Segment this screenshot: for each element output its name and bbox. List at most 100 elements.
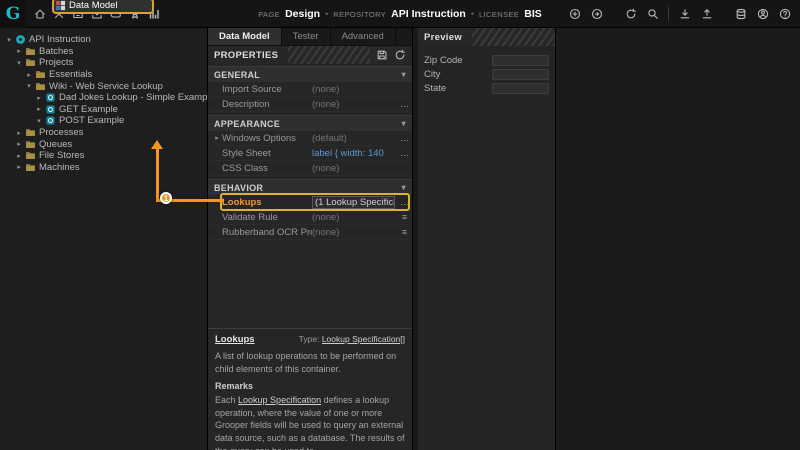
upload-icon[interactable]	[697, 3, 716, 25]
page-value[interactable]: Design	[285, 8, 320, 20]
help-title: Lookups	[215, 334, 255, 345]
ellipsis-button[interactable]: …	[397, 133, 412, 143]
search-icon[interactable]	[643, 3, 662, 25]
expand-arrow-icon[interactable]: ▸	[14, 163, 24, 171]
tree-item-get-example[interactable]: ▸GET Example	[0, 104, 207, 116]
licensee-value[interactable]: BIS	[524, 8, 542, 20]
state-input[interactable]	[492, 83, 549, 94]
preview-header: Preview	[418, 28, 472, 46]
grooper-logo[interactable]: G	[0, 0, 26, 28]
grooper-app: G PAGE Design • REPOSITORY API Instructi…	[0, 0, 800, 450]
tree-item-label: Processes	[39, 127, 83, 138]
topbar: G PAGE Design • REPOSITORY API Instructi…	[0, 0, 800, 28]
zip-code-input[interactable]	[492, 55, 549, 66]
ellipsis-button[interactable]: …	[397, 99, 412, 109]
add-circle-icon[interactable]	[565, 3, 584, 25]
expand-arrow-icon[interactable]: ▸	[24, 71, 34, 79]
section-header-general[interactable]: GENERAL▾	[208, 66, 412, 82]
ellipsis-button[interactable]: …	[397, 148, 412, 158]
cloud-icon[interactable]	[106, 3, 125, 25]
property-row-style-sheet: Style Sheetlabel { width: 140…	[208, 146, 412, 161]
tree-item-batches[interactable]: ▸Batches	[0, 46, 207, 58]
chevron-down-icon: ▾	[402, 183, 406, 192]
section-header-appearance[interactable]: APPEARANCE▾	[208, 115, 412, 131]
folder-icon	[34, 69, 46, 80]
help-icon[interactable]	[775, 3, 794, 25]
property-label: Import Source	[222, 84, 282, 95]
expand-arrow-icon[interactable]: ▸	[14, 47, 24, 55]
tree-item-machines[interactable]: ▸Machines	[0, 162, 207, 174]
city-input[interactable]	[492, 69, 549, 80]
help-remarks-title: Remarks	[215, 381, 405, 391]
property-value[interactable]: (default)	[312, 133, 397, 144]
expand-arrow-icon[interactable]: ▸	[14, 152, 24, 160]
property-row-validate-rule: Validate Rule(none)≡	[208, 210, 412, 225]
home-icon[interactable]	[30, 3, 49, 25]
import-icon[interactable]	[87, 3, 106, 25]
save-icon[interactable]	[374, 47, 390, 63]
connection-icon	[44, 115, 56, 126]
download-icon[interactable]	[675, 3, 694, 25]
tree-item-api-instruction[interactable]: ▾API Instruction	[0, 34, 207, 46]
tree-item-queues[interactable]: ▸Queues	[0, 138, 207, 150]
main-area: ▾API Instruction▸Batches▾Projects ▸ Essent…	[0, 28, 800, 450]
property-value[interactable]: (none)	[312, 163, 397, 174]
tree-item-file-stores[interactable]: ▸ File Stores	[0, 150, 207, 162]
chart-icon[interactable]	[144, 3, 163, 25]
property-value[interactable]: (1 Lookup Specificatio	[312, 196, 395, 209]
tree-item-label: File Stores	[39, 150, 84, 161]
tree-item-projects[interactable]: ▾Projects	[0, 57, 207, 69]
tree-item-essentials[interactable]: ▸ Essentials	[0, 69, 207, 81]
tools-icon[interactable]	[49, 3, 68, 25]
separator-dot: •	[325, 9, 328, 19]
tree-item-post-example[interactable]: ▾POST Example	[0, 115, 207, 127]
database-icon[interactable]	[731, 3, 750, 25]
expand-arrow-icon[interactable]: ▸	[34, 105, 44, 113]
help-remarks-body: Each Lookup Specification defines a look…	[215, 394, 405, 450]
tab-advanced[interactable]: Advanced	[331, 28, 396, 45]
tree-item-processes[interactable]: ▸ Processes	[0, 127, 207, 139]
property-value[interactable]: (none)	[312, 84, 397, 95]
tree-item-dad-jokes-lookup-simple-example[interactable]: ▸Dad Jokes Lookup - Simple Example	[0, 92, 207, 104]
expand-arrow-icon[interactable]: ▸	[14, 140, 24, 148]
help-type-link[interactable]: Lookup Specification[]	[322, 334, 405, 344]
property-label: Description	[222, 99, 270, 110]
ellipsis-button[interactable]: …	[397, 197, 412, 207]
property-value[interactable]: (none)	[312, 99, 397, 110]
repository-value[interactable]: API Instruction	[391, 8, 466, 20]
collapse-arrow-icon[interactable]: ▾	[4, 36, 14, 44]
sync-icon[interactable]	[392, 47, 408, 63]
section-header-behavior[interactable]: BEHAVIOR▾	[208, 179, 412, 195]
collapse-arrow-icon[interactable]: ▾	[14, 59, 24, 67]
property-label: Rubberband OCR Profile	[222, 227, 312, 238]
tab-data-model[interactable]: Data Model	[208, 28, 282, 45]
expand-arrow-icon[interactable]: ▸	[14, 129, 24, 137]
properties-panel: Data ModelTesterAdvanced PROPERTIES GENE…	[208, 28, 413, 450]
folder-icon	[24, 127, 36, 138]
preview-field-city: City	[424, 68, 549, 81]
folder-icon	[24, 139, 36, 150]
collapse-arrow-icon[interactable]: ▾	[24, 82, 34, 90]
property-value[interactable]: (none)	[312, 227, 397, 238]
property-value[interactable]: label { width: 140	[312, 148, 397, 159]
property-label: Lookups	[222, 197, 262, 208]
menu-button[interactable]: ≡	[397, 227, 412, 237]
refresh-icon[interactable]	[621, 3, 640, 25]
tab-tester[interactable]: Tester	[282, 28, 331, 45]
preview-form: Zip CodeCityState	[418, 46, 555, 104]
tree-item-label: Wiki - Web Service Lookup	[49, 81, 163, 92]
user-icon[interactable]	[753, 3, 772, 25]
collapse-arrow-icon[interactable]: ▾	[34, 117, 44, 125]
tree-item-label: Essentials	[49, 69, 92, 80]
expand-arrow-icon[interactable]: ▸	[34, 94, 44, 102]
archive-icon[interactable]	[68, 3, 87, 25]
property-value[interactable]: (none)	[312, 212, 397, 223]
lookup-specification-link[interactable]: Lookup Specification	[238, 395, 321, 405]
expand-arrow-icon[interactable]: ▸	[208, 134, 222, 142]
award-icon[interactable]	[125, 3, 144, 25]
forward-circle-icon[interactable]	[587, 3, 606, 25]
property-grid: GENERAL▾ Import Source (none) Description (n…	[208, 64, 412, 243]
property-row-import-source: Import Source (none)	[208, 82, 412, 97]
tree-item-wiki-web-service-lookup[interactable]: ▾ Wiki - Web Service Lookup	[0, 80, 207, 92]
menu-button[interactable]: ≡	[397, 212, 412, 222]
